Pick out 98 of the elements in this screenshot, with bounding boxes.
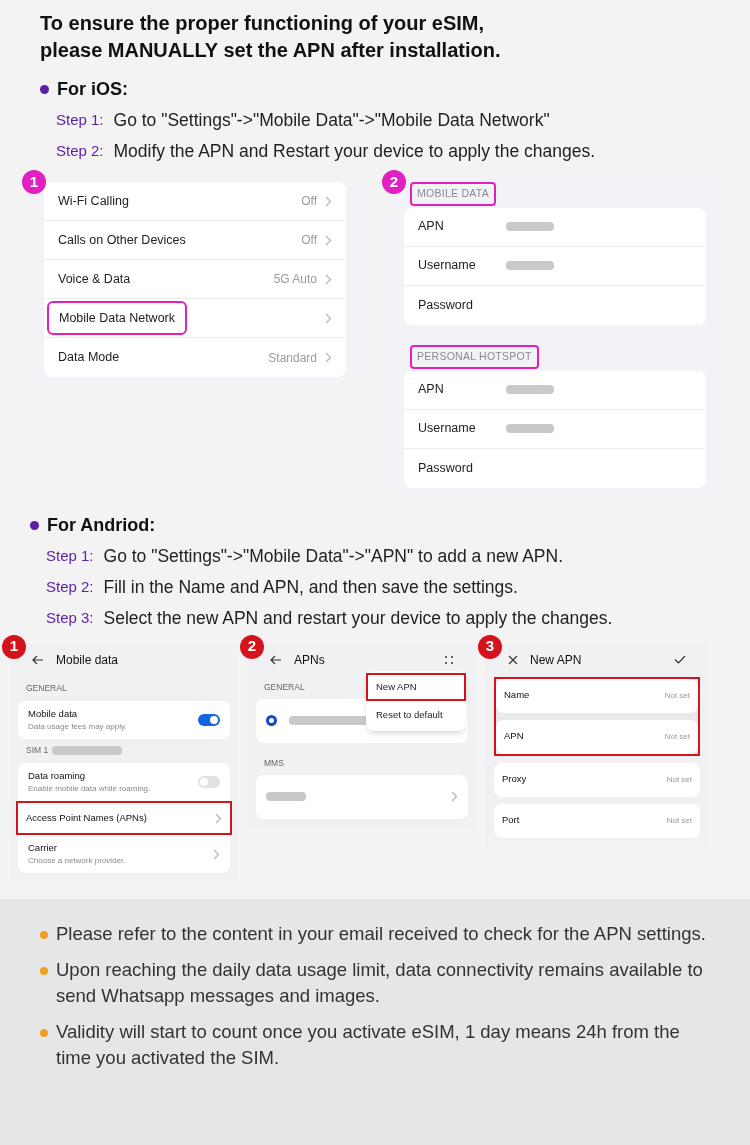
setting-label: Data roaming [28, 768, 87, 783]
step-text: Fill in the Name and APN, and then save the settings. [103, 575, 518, 599]
redacted-value [506, 261, 554, 271]
setting-label: APN [418, 218, 445, 236]
settings-row[interactable]: Username [404, 409, 706, 449]
setting-value: Standard [268, 349, 317, 367]
step-number-badge: 1 [22, 170, 46, 194]
note-text: Upon reaching the daily data usage limit, data connectivity remains available to send Whatsapp messages and images. [56, 958, 704, 1009]
section-title: For Andriod: [47, 513, 156, 537]
screen-title: Mobile data [56, 651, 120, 669]
chevron-right-icon [325, 312, 332, 324]
setting-row[interactable]: Access Point Names (APNs) [16, 801, 232, 835]
menu-item[interactable]: New APN [366, 672, 466, 701]
section-header: MOBILE DATA [410, 182, 496, 206]
screen-title: New APN [530, 651, 583, 669]
redacted-value [506, 424, 554, 433]
back-arrow-icon[interactable] [270, 654, 282, 665]
step-text: Go to "Settings"->"Mobile Data"->"Mobile Data Network" [113, 109, 550, 132]
more-icon[interactable] [444, 654, 454, 665]
step-label: Step 2: [56, 141, 104, 161]
setting-label: Username [418, 420, 477, 438]
note-text: Please refer to the content in your email received to check for the APN settings. [56, 922, 706, 947]
step-label: Step 2: [46, 576, 94, 597]
setting-subtitle: Enable mobile data while roaming. [28, 783, 151, 795]
setting-label: Mobile data [28, 706, 79, 721]
setting-label[interactable]: Calls on Other Devices [58, 230, 186, 250]
settings-row[interactable]: Password [404, 285, 706, 325]
setting-value: Off [301, 232, 317, 249]
step-text: Go to "Settings"->"Mobile Data"->"APN" to add a new APN. [103, 544, 563, 568]
section-title: For iOS: [57, 78, 128, 101]
redacted-value [506, 385, 554, 394]
settings-row[interactable]: APN [404, 207, 706, 247]
form-field[interactable]: Port Not set [494, 803, 700, 838]
redacted-value [506, 222, 554, 232]
step-number-badge: 2 [240, 634, 264, 659]
setting-label: Password [418, 296, 474, 314]
form-field[interactable]: Proxy Not set [494, 762, 700, 797]
settings-row[interactable]: Username [404, 246, 706, 286]
step-number-badge: 1 [2, 634, 26, 659]
chevron-right-icon [325, 195, 332, 207]
note-text: Validity will start to count once you activate eSIM, 1 day means 24h from the time you activated the SIM. [56, 1020, 681, 1071]
redacted-value [266, 792, 306, 801]
setting-value: 5G Auto [273, 271, 317, 288]
step-number-badge: 3 [478, 634, 502, 659]
section-header: MMS [264, 757, 284, 770]
radio-button[interactable] [266, 715, 277, 726]
section-header: SIM 1 [26, 744, 49, 758]
section-header: PERSONAL HOTSPOT [410, 344, 539, 369]
check-icon[interactable] [674, 655, 686, 664]
setting-label: Password [418, 459, 474, 477]
setting-label: Username [418, 257, 477, 275]
step-label: Step 1: [46, 545, 94, 566]
settings-row[interactable]: APN [404, 370, 706, 410]
chevron-right-icon [325, 352, 332, 363]
field-value: Not set [666, 814, 692, 827]
field-value: Not set [666, 773, 692, 786]
setting-label[interactable]: Voice & Data [58, 269, 131, 289]
heading-line: To ensure the proper functioning of your eSIM, [40, 11, 486, 36]
setting-label[interactable]: Wi-Fi Calling [58, 191, 129, 211]
form-field[interactable]: Name Not set [496, 678, 698, 713]
setting-row[interactable]: Mobile data Data usage fees may apply. [18, 700, 230, 739]
setting-row[interactable]: Carrier Choose a network provider. [18, 835, 230, 874]
toggle-switch[interactable] [198, 713, 220, 726]
toggle-switch[interactable] [198, 775, 220, 788]
chevron-right-icon [325, 273, 332, 285]
field-value: Not set [664, 730, 690, 743]
step-label: Step 1: [56, 110, 104, 130]
section-header: GENERAL [264, 681, 305, 694]
chevron-right-icon [213, 848, 220, 860]
field-label: Proxy [502, 772, 527, 787]
field-label: Port [502, 813, 520, 828]
setting-value: Off [301, 193, 317, 210]
setting-label: APN [418, 381, 445, 399]
step-number-badge: 2 [382, 170, 406, 194]
chevron-right-icon [451, 791, 458, 802]
setting-row[interactable]: Data roaming Enable mobile data while roaming. [18, 762, 230, 801]
screen-title: APNs [294, 651, 326, 669]
chevron-right-icon [325, 234, 332, 246]
setting-subtitle: Choose a network provider. [28, 855, 126, 868]
setting-label[interactable]: Mobile Data Network [47, 300, 187, 336]
setting-label: Access Point Names (APNs) [26, 810, 147, 825]
menu-item[interactable]: Reset to default [366, 700, 466, 729]
field-label: Name [504, 688, 530, 703]
close-icon[interactable] [508, 654, 518, 665]
heading-line: please MANUALLY set the APN after installation. [40, 38, 502, 63]
chevron-right-icon [215, 812, 222, 824]
form-field[interactable]: APN Not set [496, 719, 698, 754]
field-label: APN [504, 729, 524, 744]
step-text: Select the new APN and restart your device to apply the changes. [103, 606, 613, 630]
section-header: GENERAL [26, 682, 67, 695]
step-text: Modify the APN and Restart your device to apply the changes. [113, 140, 596, 163]
setting-label: Carrier [28, 841, 59, 855]
step-label: Step 3: [46, 607, 94, 628]
back-arrow-icon[interactable] [32, 654, 44, 665]
settings-row[interactable]: Password [404, 448, 706, 488]
setting-label[interactable]: Data Mode [58, 348, 120, 367]
setting-subtitle: Data usage fees may apply. [28, 720, 127, 733]
field-value: Not set [664, 689, 690, 702]
